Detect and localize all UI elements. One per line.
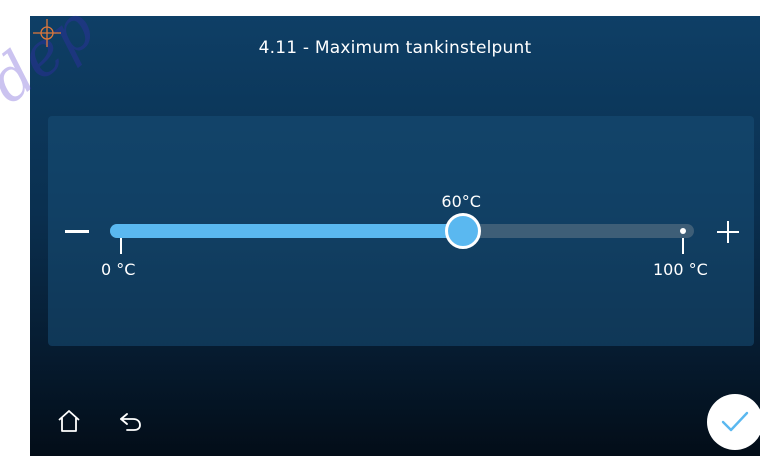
home-icon <box>58 410 80 432</box>
min-tick <box>120 238 122 254</box>
slider-fill <box>110 224 471 238</box>
confirm-button[interactable] <box>707 394 760 450</box>
max-tick <box>682 238 684 254</box>
home-button[interactable] <box>56 408 82 434</box>
decrease-button[interactable] <box>57 212 97 252</box>
minus-icon <box>65 230 89 233</box>
back-arrow-icon <box>120 413 141 431</box>
screen: 4.11 - Maximum tankinstelpunt 60°C 0 °C … <box>30 16 760 456</box>
increase-button[interactable] <box>708 212 748 252</box>
max-value-label: 100 °C <box>653 260 708 279</box>
max-tick-dot <box>680 228 686 234</box>
page-title: 4.11 - Maximum tankinstelpunt <box>258 38 532 58</box>
checkmark-icon <box>721 411 749 432</box>
device-frame: 4.11 - Maximum tankinstelpunt 60°C 0 °C … <box>0 0 760 456</box>
back-button[interactable] <box>118 410 144 434</box>
min-value-label: 0 °C <box>101 260 136 279</box>
temperature-slider[interactable] <box>110 213 694 249</box>
current-value-label: 60°C <box>441 192 481 211</box>
slider-thumb[interactable] <box>445 213 482 249</box>
